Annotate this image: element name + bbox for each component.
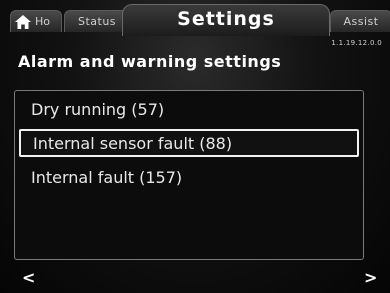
list-item-dry-running[interactable]: Dry running (57) bbox=[19, 97, 359, 125]
tab-settings[interactable]: Settings bbox=[122, 4, 330, 36]
nav-prev-button[interactable]: < bbox=[22, 268, 35, 287]
list-item-internal-fault[interactable]: Internal fault (157) bbox=[19, 165, 359, 193]
tab-status[interactable]: Status bbox=[64, 10, 130, 32]
home-icon bbox=[15, 15, 31, 29]
page-title: Alarm and warning settings bbox=[18, 52, 282, 71]
version-label: 1.1.19.12.0.0 bbox=[331, 39, 382, 47]
list-item-internal-sensor-fault[interactable]: Internal sensor fault (88) bbox=[19, 129, 359, 157]
alarm-list: Dry running (57) Internal sensor fault (… bbox=[14, 90, 364, 260]
tab-bar: Ho Status Assist Settings bbox=[0, 0, 390, 36]
tab-home[interactable]: Ho bbox=[10, 10, 62, 32]
tab-assist[interactable]: Assist bbox=[330, 10, 390, 32]
tab-home-label: Ho bbox=[35, 15, 51, 28]
screen: Ho Status Assist Settings 1.1.19.12.0.0 … bbox=[0, 0, 390, 293]
nav-next-button[interactable]: > bbox=[364, 268, 377, 287]
